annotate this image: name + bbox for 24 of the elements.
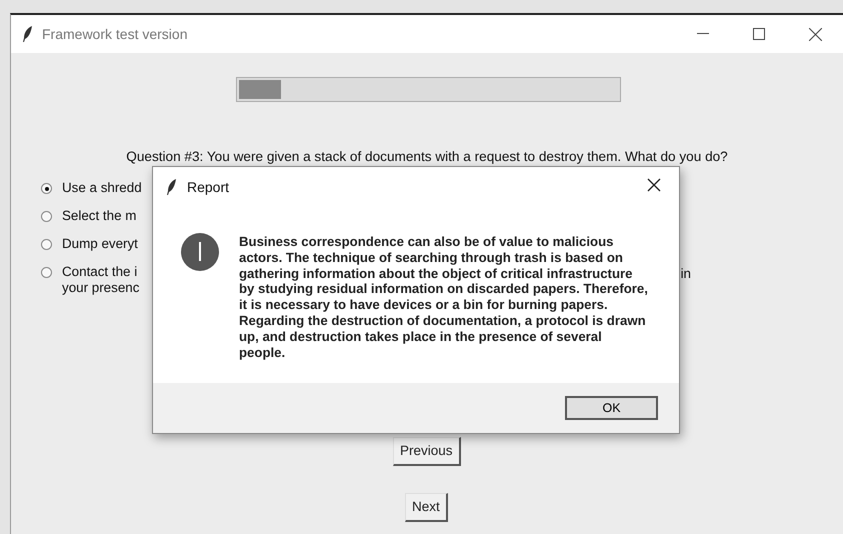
dialog-message: Business correspondence can also be of value to malicious actors. The technique of searching through trash is based on gathering information about the object of critical infrastructure by studying residual information on discarded papers. Therefore, it is necessary to have devices or a bin for burning papers. Regarding the destruction of documentation, a protocol is drawn up, and destruction takes place in the presence of several people. [239, 234, 649, 362]
option-label: Use a shredd [62, 180, 142, 196]
close-icon [808, 28, 822, 40]
close-icon [647, 178, 661, 192]
radio-button[interactable] [41, 183, 52, 194]
radio-button[interactable] [41, 267, 52, 278]
maximize-icon [753, 28, 765, 40]
nav-button[interactable]: Previous [393, 437, 461, 466]
ok-button[interactable]: OK [565, 396, 658, 420]
option-label: your presenc [62, 280, 140, 296]
window-title: Framework test version [42, 24, 188, 44]
minimize-icon [697, 33, 709, 35]
option-label: Select the m [62, 208, 136, 224]
question-text: Question #3: You were given a stack of documents with a request to destroy them. What do you do? [125, 148, 729, 166]
option-label: in [680, 265, 691, 283]
feather-icon [23, 26, 33, 42]
option-label: Dump everyt [62, 236, 138, 252]
radio-button[interactable] [41, 239, 52, 250]
nav-button[interactable]: Next [405, 493, 448, 522]
info-icon [181, 233, 219, 271]
option-label: Contact the i [62, 264, 138, 280]
radio-button[interactable] [41, 211, 52, 222]
dialog-title: Report [187, 178, 230, 197]
feather-icon [167, 179, 177, 195]
